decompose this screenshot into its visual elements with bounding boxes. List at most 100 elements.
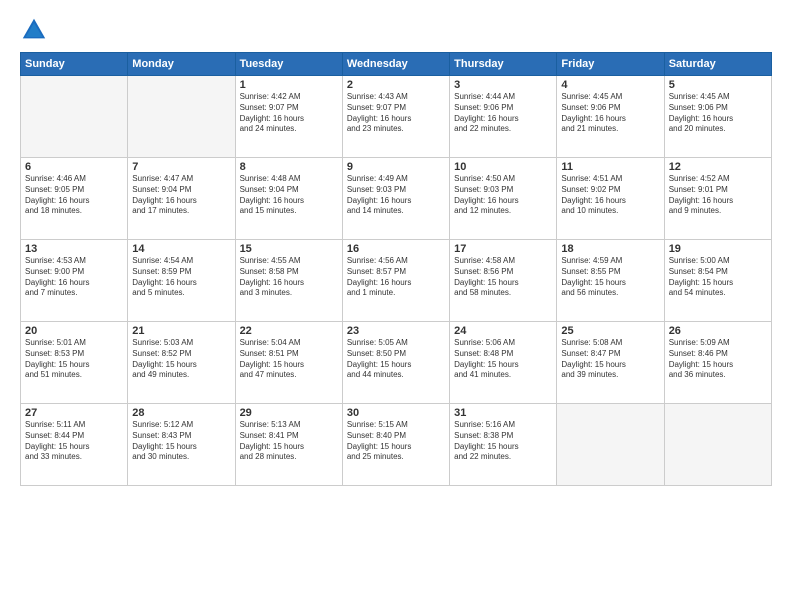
weekday-header-wednesday: Wednesday bbox=[342, 53, 449, 76]
day-detail: Sunrise: 4:50 AM Sunset: 9:03 PM Dayligh… bbox=[454, 174, 552, 217]
day-detail: Sunrise: 5:11 AM Sunset: 8:44 PM Dayligh… bbox=[25, 420, 123, 463]
calendar-cell: 4Sunrise: 4:45 AM Sunset: 9:06 PM Daylig… bbox=[557, 76, 664, 158]
calendar-cell: 9Sunrise: 4:49 AM Sunset: 9:03 PM Daylig… bbox=[342, 158, 449, 240]
calendar-cell: 28Sunrise: 5:12 AM Sunset: 8:43 PM Dayli… bbox=[128, 404, 235, 486]
day-detail: Sunrise: 4:52 AM Sunset: 9:01 PM Dayligh… bbox=[669, 174, 767, 217]
calendar-cell: 16Sunrise: 4:56 AM Sunset: 8:57 PM Dayli… bbox=[342, 240, 449, 322]
calendar-cell: 20Sunrise: 5:01 AM Sunset: 8:53 PM Dayli… bbox=[21, 322, 128, 404]
calendar-cell: 18Sunrise: 4:59 AM Sunset: 8:55 PM Dayli… bbox=[557, 240, 664, 322]
calendar-cell: 29Sunrise: 5:13 AM Sunset: 8:41 PM Dayli… bbox=[235, 404, 342, 486]
calendar-cell: 25Sunrise: 5:08 AM Sunset: 8:47 PM Dayli… bbox=[557, 322, 664, 404]
day-detail: Sunrise: 4:54 AM Sunset: 8:59 PM Dayligh… bbox=[132, 256, 230, 299]
day-number: 26 bbox=[669, 325, 767, 337]
calendar-cell: 14Sunrise: 4:54 AM Sunset: 8:59 PM Dayli… bbox=[128, 240, 235, 322]
day-number: 2 bbox=[347, 79, 445, 91]
day-number: 14 bbox=[132, 243, 230, 255]
day-number: 19 bbox=[669, 243, 767, 255]
day-detail: Sunrise: 4:48 AM Sunset: 9:04 PM Dayligh… bbox=[240, 174, 338, 217]
day-detail: Sunrise: 4:53 AM Sunset: 9:00 PM Dayligh… bbox=[25, 256, 123, 299]
calendar-cell: 31Sunrise: 5:16 AM Sunset: 8:38 PM Dayli… bbox=[450, 404, 557, 486]
day-number: 18 bbox=[561, 243, 659, 255]
day-detail: Sunrise: 4:43 AM Sunset: 9:07 PM Dayligh… bbox=[347, 92, 445, 135]
day-detail: Sunrise: 4:44 AM Sunset: 9:06 PM Dayligh… bbox=[454, 92, 552, 135]
week-row-1: 1Sunrise: 4:42 AM Sunset: 9:07 PM Daylig… bbox=[21, 76, 772, 158]
calendar-cell: 19Sunrise: 5:00 AM Sunset: 8:54 PM Dayli… bbox=[664, 240, 771, 322]
calendar-cell: 7Sunrise: 4:47 AM Sunset: 9:04 PM Daylig… bbox=[128, 158, 235, 240]
day-number: 9 bbox=[347, 161, 445, 173]
calendar-cell bbox=[664, 404, 771, 486]
weekday-header-tuesday: Tuesday bbox=[235, 53, 342, 76]
weekday-header-thursday: Thursday bbox=[450, 53, 557, 76]
day-detail: Sunrise: 5:03 AM Sunset: 8:52 PM Dayligh… bbox=[132, 338, 230, 381]
weekday-header-row: SundayMondayTuesdayWednesdayThursdayFrid… bbox=[21, 53, 772, 76]
day-detail: Sunrise: 4:49 AM Sunset: 9:03 PM Dayligh… bbox=[347, 174, 445, 217]
day-number: 11 bbox=[561, 161, 659, 173]
calendar-cell: 13Sunrise: 4:53 AM Sunset: 9:00 PM Dayli… bbox=[21, 240, 128, 322]
day-number: 8 bbox=[240, 161, 338, 173]
day-number: 22 bbox=[240, 325, 338, 337]
calendar-cell: 21Sunrise: 5:03 AM Sunset: 8:52 PM Dayli… bbox=[128, 322, 235, 404]
day-number: 23 bbox=[347, 325, 445, 337]
week-row-5: 27Sunrise: 5:11 AM Sunset: 8:44 PM Dayli… bbox=[21, 404, 772, 486]
day-detail: Sunrise: 5:09 AM Sunset: 8:46 PM Dayligh… bbox=[669, 338, 767, 381]
calendar-cell: 12Sunrise: 4:52 AM Sunset: 9:01 PM Dayli… bbox=[664, 158, 771, 240]
day-number: 7 bbox=[132, 161, 230, 173]
day-number: 10 bbox=[454, 161, 552, 173]
week-row-2: 6Sunrise: 4:46 AM Sunset: 9:05 PM Daylig… bbox=[21, 158, 772, 240]
logo bbox=[20, 16, 52, 44]
weekday-header-sunday: Sunday bbox=[21, 53, 128, 76]
day-number: 3 bbox=[454, 79, 552, 91]
day-number: 6 bbox=[25, 161, 123, 173]
calendar-cell: 22Sunrise: 5:04 AM Sunset: 8:51 PM Dayli… bbox=[235, 322, 342, 404]
day-number: 28 bbox=[132, 407, 230, 419]
calendar-cell: 15Sunrise: 4:55 AM Sunset: 8:58 PM Dayli… bbox=[235, 240, 342, 322]
calendar-cell bbox=[21, 76, 128, 158]
day-number: 24 bbox=[454, 325, 552, 337]
day-detail: Sunrise: 5:05 AM Sunset: 8:50 PM Dayligh… bbox=[347, 338, 445, 381]
weekday-header-saturday: Saturday bbox=[664, 53, 771, 76]
logo-icon bbox=[20, 16, 48, 44]
calendar-cell: 10Sunrise: 4:50 AM Sunset: 9:03 PM Dayli… bbox=[450, 158, 557, 240]
day-number: 5 bbox=[669, 79, 767, 91]
weekday-header-monday: Monday bbox=[128, 53, 235, 76]
calendar-cell: 26Sunrise: 5:09 AM Sunset: 8:46 PM Dayli… bbox=[664, 322, 771, 404]
day-detail: Sunrise: 5:16 AM Sunset: 8:38 PM Dayligh… bbox=[454, 420, 552, 463]
calendar-cell: 3Sunrise: 4:44 AM Sunset: 9:06 PM Daylig… bbox=[450, 76, 557, 158]
calendar-cell: 5Sunrise: 4:45 AM Sunset: 9:06 PM Daylig… bbox=[664, 76, 771, 158]
calendar-cell: 11Sunrise: 4:51 AM Sunset: 9:02 PM Dayli… bbox=[557, 158, 664, 240]
page: SundayMondayTuesdayWednesdayThursdayFrid… bbox=[0, 0, 792, 612]
calendar-cell: 1Sunrise: 4:42 AM Sunset: 9:07 PM Daylig… bbox=[235, 76, 342, 158]
calendar-cell: 30Sunrise: 5:15 AM Sunset: 8:40 PM Dayli… bbox=[342, 404, 449, 486]
day-number: 17 bbox=[454, 243, 552, 255]
day-detail: Sunrise: 5:04 AM Sunset: 8:51 PM Dayligh… bbox=[240, 338, 338, 381]
day-detail: Sunrise: 5:06 AM Sunset: 8:48 PM Dayligh… bbox=[454, 338, 552, 381]
calendar-cell bbox=[557, 404, 664, 486]
day-detail: Sunrise: 5:12 AM Sunset: 8:43 PM Dayligh… bbox=[132, 420, 230, 463]
calendar: SundayMondayTuesdayWednesdayThursdayFrid… bbox=[20, 52, 772, 486]
day-detail: Sunrise: 5:15 AM Sunset: 8:40 PM Dayligh… bbox=[347, 420, 445, 463]
header bbox=[20, 16, 772, 44]
day-number: 20 bbox=[25, 325, 123, 337]
day-detail: Sunrise: 4:46 AM Sunset: 9:05 PM Dayligh… bbox=[25, 174, 123, 217]
day-number: 1 bbox=[240, 79, 338, 91]
week-row-4: 20Sunrise: 5:01 AM Sunset: 8:53 PM Dayli… bbox=[21, 322, 772, 404]
calendar-cell: 2Sunrise: 4:43 AM Sunset: 9:07 PM Daylig… bbox=[342, 76, 449, 158]
day-detail: Sunrise: 4:58 AM Sunset: 8:56 PM Dayligh… bbox=[454, 256, 552, 299]
day-number: 29 bbox=[240, 407, 338, 419]
day-detail: Sunrise: 4:45 AM Sunset: 9:06 PM Dayligh… bbox=[669, 92, 767, 135]
day-number: 31 bbox=[454, 407, 552, 419]
day-number: 27 bbox=[25, 407, 123, 419]
day-detail: Sunrise: 5:13 AM Sunset: 8:41 PM Dayligh… bbox=[240, 420, 338, 463]
day-number: 12 bbox=[669, 161, 767, 173]
calendar-cell bbox=[128, 76, 235, 158]
day-detail: Sunrise: 4:59 AM Sunset: 8:55 PM Dayligh… bbox=[561, 256, 659, 299]
day-detail: Sunrise: 4:56 AM Sunset: 8:57 PM Dayligh… bbox=[347, 256, 445, 299]
calendar-cell: 24Sunrise: 5:06 AM Sunset: 8:48 PM Dayli… bbox=[450, 322, 557, 404]
week-row-3: 13Sunrise: 4:53 AM Sunset: 9:00 PM Dayli… bbox=[21, 240, 772, 322]
day-number: 13 bbox=[25, 243, 123, 255]
weekday-header-friday: Friday bbox=[557, 53, 664, 76]
day-detail: Sunrise: 5:08 AM Sunset: 8:47 PM Dayligh… bbox=[561, 338, 659, 381]
day-number: 30 bbox=[347, 407, 445, 419]
day-detail: Sunrise: 4:45 AM Sunset: 9:06 PM Dayligh… bbox=[561, 92, 659, 135]
day-detail: Sunrise: 4:51 AM Sunset: 9:02 PM Dayligh… bbox=[561, 174, 659, 217]
